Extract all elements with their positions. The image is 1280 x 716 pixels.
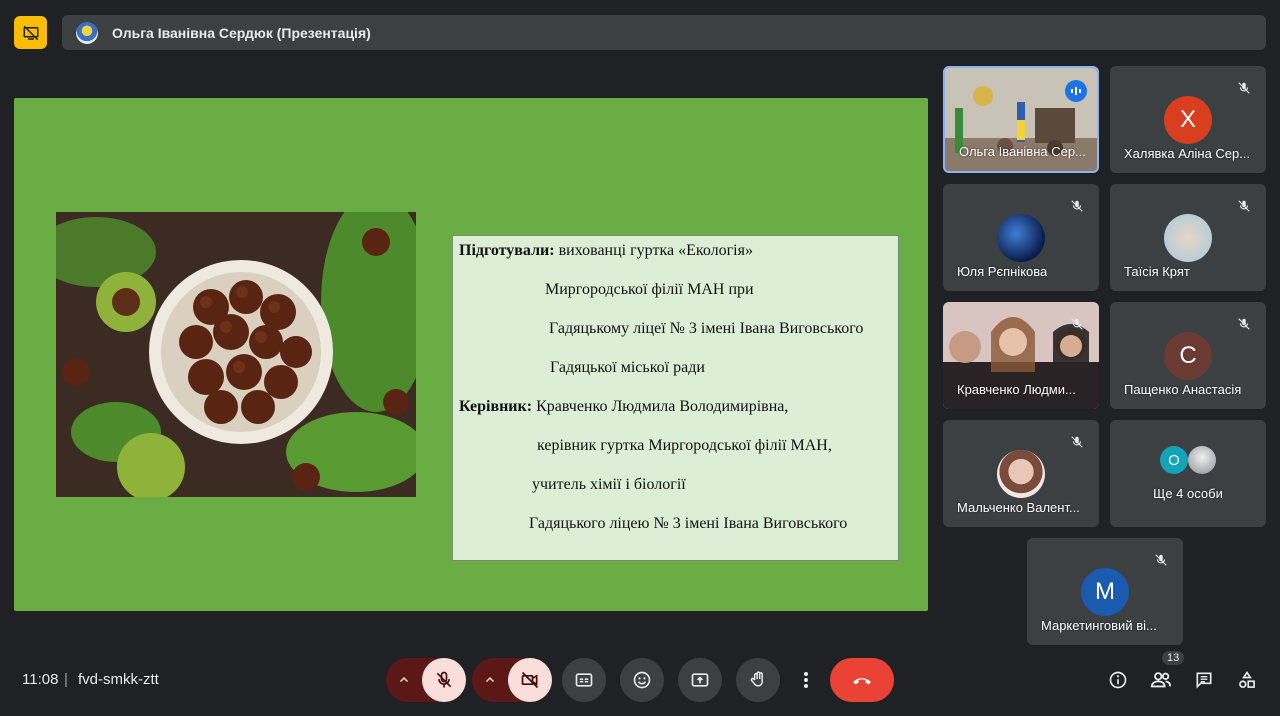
clock: 11:08 [22,671,59,688]
credit-line: Гадяцького ліцею № 3 імені Івана Виговсь… [529,515,848,532]
chat-button[interactable] [1192,668,1216,692]
end-call-button[interactable] [830,658,894,702]
present-screen-icon [691,673,709,687]
chestnut-photo [56,212,416,497]
participant-tile[interactable]: Таїсія Крят [1110,184,1266,291]
mic-options-button[interactable] [386,658,422,702]
emoji-icon [633,671,651,689]
mic-off-icon [1067,314,1087,334]
present-screen-button[interactable] [678,658,722,702]
meeting-info-button[interactable] [1106,668,1130,692]
mic-toggle-button[interactable] [422,658,466,702]
credits-textbox: Підготували: вихованці гуртка «Екологія»… [452,235,899,561]
present-off-icon [23,25,38,40]
participant-name: Юля Рєпнікова [957,264,1048,279]
mic-off-icon [1234,78,1254,98]
presentation-slide: Підготували: вихованці гуртка «Екологія»… [14,98,928,611]
people-button[interactable] [1149,668,1173,692]
captions-button[interactable] [562,658,606,702]
chevron-up-icon [485,676,495,683]
mic-off-icon [1151,550,1171,570]
participant-name: Таїсія Крят [1124,264,1190,279]
presenter-name: Ольга Іванівна Сердюк (Презентація) [112,24,371,41]
camera-options-button[interactable] [472,658,508,702]
avatar [1188,446,1216,474]
participant-tile[interactable]: Ольга Іванівна Сер... [943,66,1099,173]
avatar [1164,214,1212,262]
participant-tile[interactable]: М Маркетинговий ві... [1027,538,1183,645]
raise-hand-icon [750,671,763,687]
participant-tile[interactable]: С Пащенко Анастасія [1110,302,1266,409]
credit-line: Керівник: Кравченко Людмила Володимирівн… [459,398,789,415]
activities-icon [1239,670,1255,688]
participant-name: Пащенко Анастасія [1124,382,1242,397]
mic-off-icon [1234,196,1254,216]
participant-tile[interactable]: Х Халявка Аліна Сер... [1110,66,1266,173]
credit-line: керівник гуртка Миргородської філії МАН, [537,437,832,454]
participant-tile[interactable]: Кравченко Людми... [943,302,1099,409]
avatar: О [1160,446,1188,474]
mic-off-icon [1234,314,1254,334]
mic-off-icon [1067,432,1087,452]
participant-name: Халявка Аліна Сер... [1124,146,1251,161]
mic-control-group [386,658,466,702]
captions-icon [575,673,593,687]
more-vert-icon [804,672,808,688]
speaking-indicator-icon [1065,80,1087,102]
presenter-avatar [76,21,98,44]
participant-name: Ще 4 особи [1153,486,1223,501]
participant-name: Маркетинговий ві... [1041,618,1157,633]
credit-line: учитель хімії і біології [532,476,686,493]
raise-hand-button[interactable] [736,658,780,702]
camera-control-group [472,658,552,702]
avatar: С [1164,332,1212,380]
credit-line: Підготували: вихованці гуртка «Екологія» [459,242,753,259]
camera-off-icon [521,671,539,689]
chat-icon [1196,672,1212,689]
participant-tile[interactable]: Юля Рєпнікова [943,184,1099,291]
credit-line: Гадяцькому ліцеї № 3 імені Івана Виговсь… [549,320,864,337]
credit-line: Миргородської філії МАН при [545,281,754,298]
participant-tile[interactable]: Мальченко Валент... [943,420,1099,527]
credit-line: Гадяцької міської ради [550,359,705,376]
avatar [997,450,1045,498]
chevron-up-icon [399,676,409,683]
avatar: М [1081,568,1129,616]
participant-name: Мальченко Валент... [957,500,1080,515]
presenter-banner: Ольга Іванівна Сердюк (Презентація) [62,15,1266,50]
participant-name: Кравченко Людми... [957,382,1076,397]
end-call-icon [853,678,871,685]
info-icon [1109,671,1127,689]
people-icon [1150,672,1172,688]
more-participants-tile[interactable]: О Ще 4 особи [1110,420,1266,527]
participant-name: Ольга Іванівна Сер... [959,144,1086,159]
mic-off-icon [436,671,452,688]
avatar [997,214,1045,262]
mic-off-icon [1067,196,1087,216]
activities-button[interactable] [1235,668,1259,692]
emoji-button[interactable] [620,658,664,702]
stop-presenting-button[interactable] [14,16,47,49]
more-options-button[interactable] [794,658,818,702]
separator: | [64,671,68,688]
meet-window: Ольга Іванівна Сердюк (Презентація) Підг… [0,0,1280,716]
camera-toggle-button[interactable] [508,658,552,702]
meeting-code[interactable]: fvd-smkk-ztt [78,671,159,688]
people-count-badge: 13 [1162,651,1185,665]
avatar: Х [1164,96,1212,144]
